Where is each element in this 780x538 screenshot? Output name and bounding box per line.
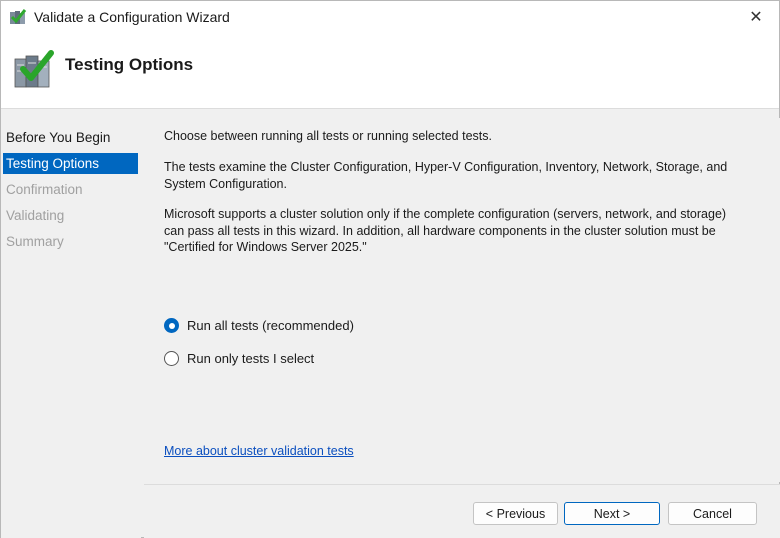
close-button[interactable]: ✕ xyxy=(733,1,779,33)
nav-step-before-you-begin[interactable]: Before You Begin xyxy=(3,127,138,148)
intro-text: Choose between running all tests or runn… xyxy=(164,129,492,143)
run-all-tests-option[interactable]: Run all tests (recommended) xyxy=(164,318,354,333)
cluster-app-icon xyxy=(10,9,27,24)
nav-step-validating: Validating xyxy=(6,208,65,223)
nav-step-confirmation: Confirmation xyxy=(6,182,83,197)
more-about-validation-link[interactable]: More about cluster validation tests xyxy=(164,444,354,458)
title-bar: Validate a Configuration Wizard ✕ xyxy=(1,1,779,33)
nav-step-summary: Summary xyxy=(6,234,64,249)
tests-description: The tests examine the Cluster Configurat… xyxy=(164,160,728,191)
content-panel: Choose between running all tests or runn… xyxy=(144,118,780,482)
cancel-button[interactable]: Cancel xyxy=(668,502,757,525)
wizard-steps-nav: Before You Begin Testing Options Confirm… xyxy=(1,118,141,538)
run-all-tests-radio[interactable] xyxy=(164,318,179,333)
wizard-window: Validate a Configuration Wizard ✕ Testin… xyxy=(0,0,780,538)
run-selected-tests-option[interactable]: Run only tests I select xyxy=(164,351,314,366)
next-button[interactable]: Next > xyxy=(564,502,660,525)
close-icon: ✕ xyxy=(749,9,763,26)
nav-step-testing-options[interactable]: Testing Options xyxy=(3,153,138,174)
wizard-footer: < Previous Next > Cancel xyxy=(144,484,780,538)
support-description: Microsoft supports a cluster solution on… xyxy=(164,207,727,254)
run-all-tests-label: Run all tests (recommended) xyxy=(187,318,354,333)
run-selected-tests-label: Run only tests I select xyxy=(187,351,315,366)
page-title: Testing Options xyxy=(65,55,194,74)
cluster-validate-checkmark-icon xyxy=(14,50,54,88)
wizard-header: Testing Options xyxy=(1,33,779,109)
window-title: Validate a Configuration Wizard xyxy=(34,9,230,25)
run-selected-tests-radio[interactable] xyxy=(164,351,179,366)
previous-button[interactable]: < Previous xyxy=(473,502,558,525)
